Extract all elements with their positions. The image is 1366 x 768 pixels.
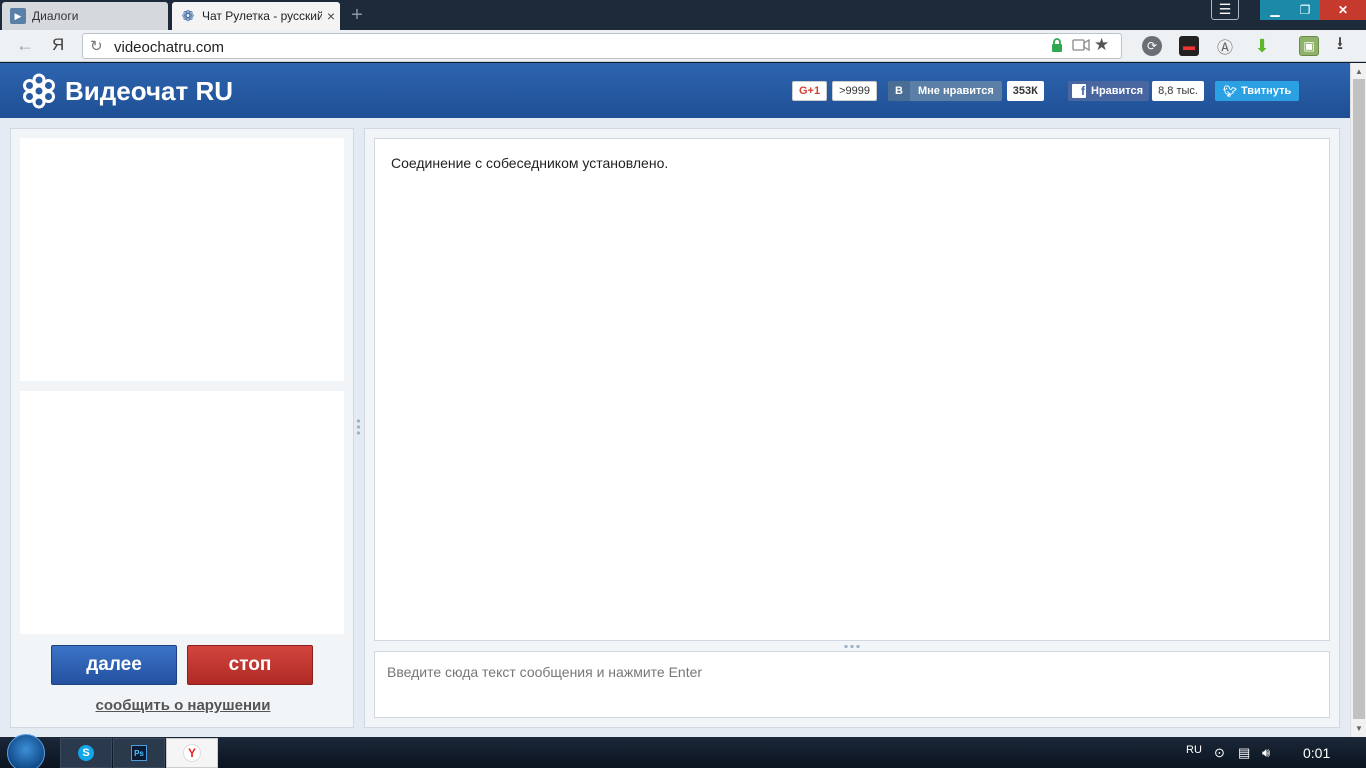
- scroll-thumb[interactable]: [1353, 79, 1365, 719]
- new-tab-icon[interactable]: +: [347, 5, 367, 25]
- extension-anarchy-icon[interactable]: Ⓐ: [1215, 36, 1235, 57]
- tray-volume-icon[interactable]: 🔊︎: [1262, 745, 1270, 761]
- vk-like-button[interactable]: В Мне нравится: [888, 81, 1002, 101]
- url-text[interactable]: videochatru.com: [114, 39, 224, 56]
- chat-panel: Соединение с собеседником установлено.: [364, 128, 1340, 728]
- local-video: [20, 391, 344, 634]
- restore-icon[interactable]: ❐: [1290, 0, 1320, 20]
- chat-status-message: Соединение с собеседником установлено.: [391, 155, 669, 171]
- tray-download-icon[interactable]: ⊙: [1214, 745, 1225, 761]
- video-panel: далее стоп сообщить о нарушении: [10, 128, 354, 728]
- vk-share: В Мне нравится 353К: [888, 81, 1044, 101]
- web-page: Видеочат RU G+1 >9999 В Мне нравится 353…: [0, 63, 1350, 737]
- bookmark-star-icon[interactable]: ★: [1094, 35, 1109, 55]
- extension-sync-icon[interactable]: ⟳: [1142, 36, 1162, 56]
- gplus-share: G+1 >9999: [792, 81, 878, 101]
- photoshop-icon: Ps: [131, 745, 147, 761]
- logo-icon[interactable]: [21, 73, 57, 109]
- windows-start-icon[interactable]: [7, 734, 45, 768]
- scroll-up-icon[interactable]: ▲: [1355, 67, 1363, 76]
- extension-red-icon[interactable]: ▬: [1179, 36, 1199, 56]
- facebook-share: f Нравится 8,8 тыс.: [1068, 81, 1204, 101]
- next-button[interactable]: далее: [51, 645, 177, 685]
- remote-video: [20, 138, 344, 381]
- tab-dialogs[interactable]: ▶ Диалоги: [2, 2, 168, 30]
- yandex-browser-icon: Y: [183, 744, 201, 762]
- facebook-icon: f: [1072, 84, 1086, 98]
- vk-count: 353К: [1006, 81, 1044, 101]
- browser-menu-icon[interactable]: ☰: [1211, 0, 1239, 20]
- minimize-icon[interactable]: ▁: [1260, 0, 1290, 20]
- stop-button[interactable]: стоп: [187, 645, 313, 685]
- browser-toolbar: ← Я ↻ videochatru.com ★ ⟳ ▬ Ⓐ ⬇ ▣ ⭳: [0, 30, 1366, 62]
- vk-icon: В: [888, 81, 910, 101]
- tab-chat-roulette[interactable]: ❁ Чат Рулетка - русский ×: [172, 2, 340, 30]
- tab-title: Чат Рулетка - русский: [202, 9, 322, 23]
- chat-log: Соединение с собеседником установлено.: [374, 138, 1330, 641]
- window-controls: ▁ ❐ ✕: [1260, 0, 1366, 20]
- report-violation-link[interactable]: сообщить о нарушении: [11, 697, 355, 714]
- taskbar-skype[interactable]: S: [60, 738, 112, 768]
- horizontal-splitter-handle[interactable]: [843, 644, 861, 649]
- close-window-icon[interactable]: ✕: [1320, 0, 1366, 20]
- tweet-label: Твитнуть: [1240, 85, 1292, 97]
- page-scrollbar[interactable]: ▲ ▼: [1350, 63, 1366, 737]
- twitter-bird-icon: 🐦︎: [1223, 85, 1237, 98]
- camera-icon[interactable]: [1072, 38, 1090, 52]
- facebook-like-button[interactable]: f Нравится: [1068, 81, 1150, 101]
- gplus-count: >9999: [832, 81, 878, 101]
- videochat-logo-icon: ❁: [181, 8, 195, 25]
- address-bar[interactable]: ↻ videochatru.com ★: [82, 33, 1122, 59]
- reload-icon[interactable]: ↻: [90, 37, 103, 55]
- browser-tab-bar: ▶ Диалоги ❁ Чат Рулетка - русский × + ☰ …: [0, 0, 1366, 30]
- facebook-like-label: Нравится: [1091, 85, 1144, 97]
- back-arrow-icon[interactable]: ←: [16, 35, 36, 56]
- downloads-icon[interactable]: ⭳: [1330, 33, 1350, 56]
- close-tab-icon[interactable]: ×: [322, 8, 340, 24]
- site-header: Видеочат RU G+1 >9999 В Мне нравится 353…: [0, 63, 1350, 118]
- tweet-button[interactable]: 🐦︎ Твитнуть: [1215, 81, 1300, 101]
- facebook-count: 8,8 тыс.: [1152, 81, 1204, 101]
- tray-network-icon[interactable]: ▤: [1238, 745, 1250, 761]
- clock[interactable]: 0:01: [1303, 745, 1330, 761]
- taskbar-yandex-browser[interactable]: Y: [166, 738, 218, 768]
- scroll-down-icon[interactable]: ▼: [1355, 724, 1363, 733]
- extension-image-icon[interactable]: ▣: [1299, 36, 1319, 56]
- taskbar-photoshop[interactable]: Ps: [113, 738, 165, 768]
- skype-icon: S: [78, 745, 94, 761]
- extension-download-arrow-icon[interactable]: ⬇: [1252, 36, 1272, 56]
- lock-icon: [1052, 38, 1062, 52]
- play-icon: ▶: [10, 8, 26, 24]
- gplus-button[interactable]: G+1: [792, 81, 828, 101]
- twitter-share: 🐦︎ Твитнуть: [1215, 81, 1300, 101]
- vk-like-label: Мне нравится: [918, 85, 994, 97]
- tab-title: Диалоги: [32, 9, 79, 23]
- language-indicator[interactable]: RU: [1186, 744, 1202, 756]
- taskbar: S Ps Y RU ⊙ ▤ 🔊︎ 0:01: [0, 734, 1366, 768]
- logo-text[interactable]: Видеочат RU: [65, 76, 233, 107]
- yandex-button[interactable]: Я: [52, 35, 68, 55]
- vertical-splitter-handle[interactable]: [356, 418, 361, 436]
- message-input[interactable]: [374, 651, 1330, 718]
